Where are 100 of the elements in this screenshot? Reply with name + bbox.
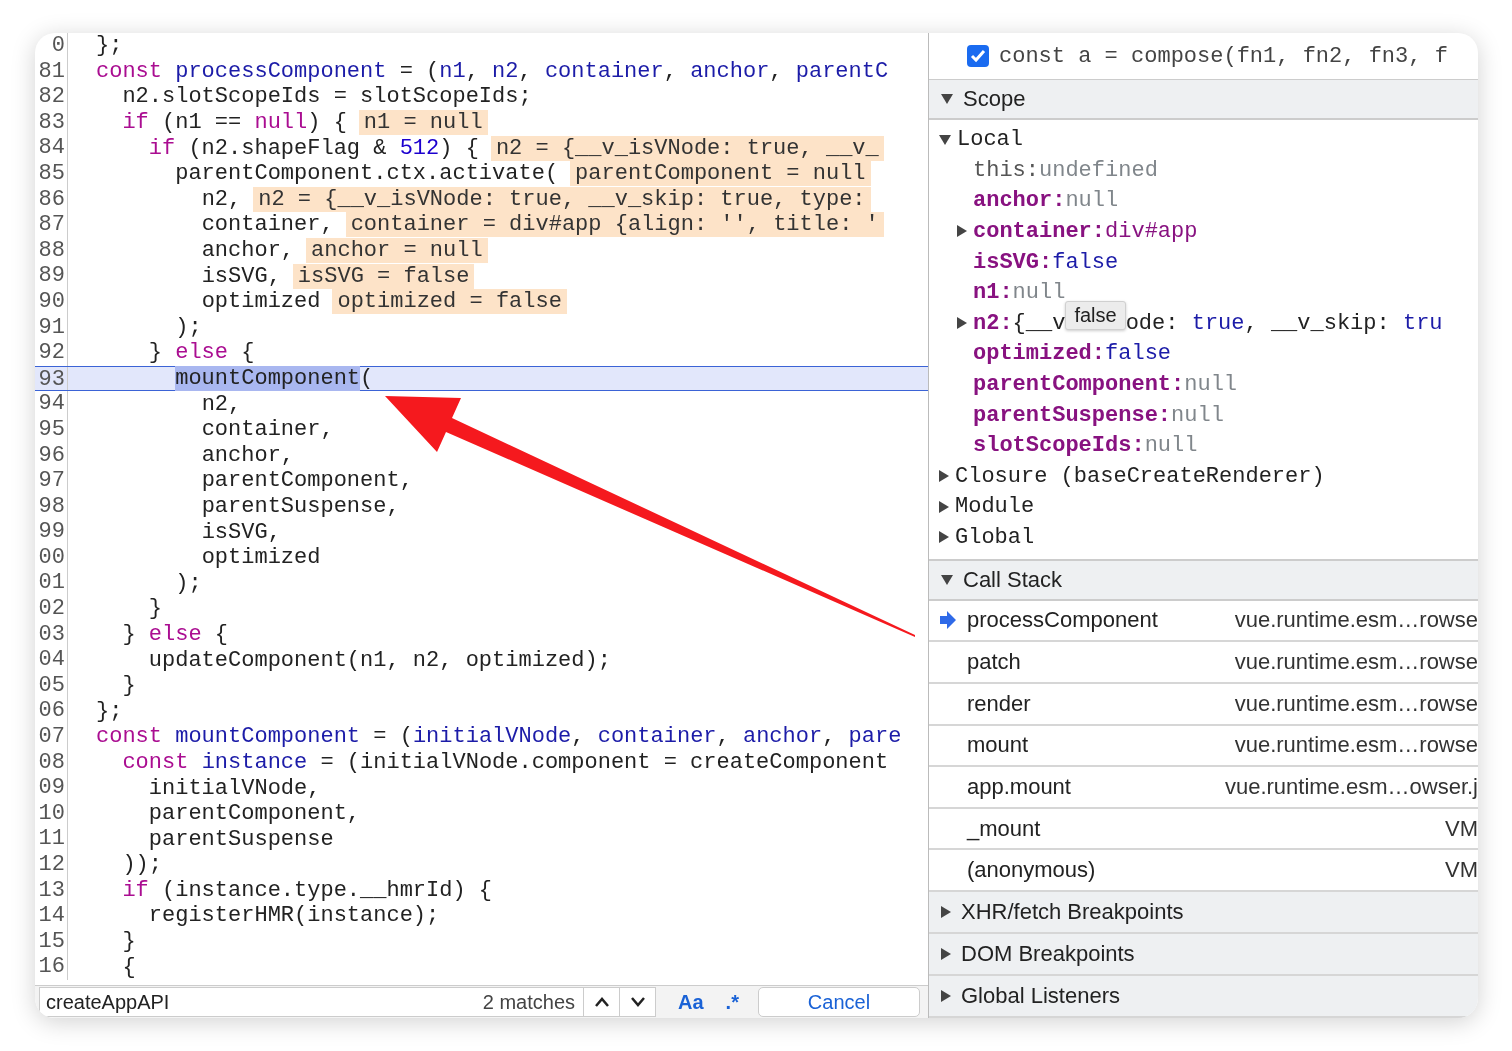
function-name: _mount: [967, 815, 1042, 842]
previous-match-button[interactable]: [584, 987, 620, 1017]
scope-group[interactable]: Local: [957, 127, 1023, 153]
section-header[interactable]: Global Listeners: [929, 975, 1478, 1018]
line-number: 81: [35, 58, 68, 85]
line-number: 06: [35, 698, 68, 725]
line-number: 97: [35, 468, 68, 494]
code-line: const processComponent = (n1, n2, container, anchor, parentC: [95, 58, 889, 84]
code-line: registerHMR(instance);: [147, 903, 440, 929]
call-frame[interactable]: _mount VM: [929, 808, 1478, 851]
section-header[interactable]: Call Stack: [929, 558, 1478, 601]
source-location[interactable]: vue.runtime.esm…owser.j: [1224, 773, 1478, 800]
call-frame[interactable]: processComponent vue.runtime.esm…rowse: [929, 600, 1478, 643]
scope-group[interactable]: Global: [955, 524, 1035, 550]
property-name: this:: [973, 157, 1039, 183]
scope-group[interactable]: Module: [955, 494, 1035, 520]
caret-down-icon[interactable]: [939, 134, 951, 145]
code-line: }: [121, 929, 136, 955]
code-line: container,: [200, 417, 334, 443]
checkbox[interactable]: [967, 45, 989, 68]
source-location[interactable]: VM: [1445, 815, 1478, 842]
inline-value: isSVG = false: [292, 263, 475, 289]
line-number: 0: [35, 33, 68, 59]
code-line: n2,: [200, 186, 242, 212]
chevron-up-icon: [594, 997, 609, 1007]
code-line: if (n2.shapeFlag & 512) {: [147, 135, 479, 161]
caret-right-icon[interactable]: [941, 905, 951, 918]
match-case-button[interactable]: Aa: [678, 990, 704, 1014]
call-frame[interactable]: patch vue.runtime.esm…rowse: [929, 642, 1478, 684]
line-number: 91: [35, 314, 68, 341]
property-value: false: [1105, 341, 1172, 367]
property-value: null: [1012, 280, 1066, 306]
caret-right-icon[interactable]: [957, 225, 967, 238]
call-frame[interactable]: mount vue.runtime.esm…rowse: [929, 725, 1478, 768]
source-location[interactable]: VM: [1445, 857, 1478, 884]
code-line: if (n1 == null) {: [121, 110, 347, 136]
property-name: n2:: [973, 310, 1013, 336]
call-frame[interactable]: render vue.runtime.esm…rowse: [929, 683, 1478, 726]
line-number: 98: [35, 493, 68, 520]
section-title: Scope: [963, 86, 1026, 113]
inline-value: n1 = null: [358, 110, 488, 136]
caret-down-icon[interactable]: [941, 94, 953, 105]
caret-right-icon[interactable]: [939, 531, 949, 544]
property-value: {__v: [1012, 310, 1066, 336]
section-header[interactable]: DOM Breakpoints: [929, 933, 1478, 976]
property-value: undefined: [1039, 157, 1158, 183]
code-line: } else {: [147, 340, 255, 366]
code-line: );: [174, 314, 202, 340]
chevron-down-icon: [630, 997, 645, 1007]
line-number: 82: [35, 84, 68, 110]
property-name: isSVG:: [973, 249, 1053, 275]
property-value: null: [1144, 433, 1198, 459]
code-line: ));: [121, 852, 162, 878]
line-number: 11: [35, 826, 68, 852]
line-number: 90: [35, 288, 68, 315]
source-location[interactable]: vue.runtime.esm…rowse: [1234, 732, 1478, 759]
scope-group[interactable]: Closure (baseCreateRenderer): [955, 463, 1325, 489]
line-number: 89: [35, 263, 68, 289]
caret-down-icon[interactable]: [941, 574, 953, 585]
section-title: Call Stack: [963, 566, 1063, 593]
caret-right-icon[interactable]: [941, 989, 951, 1002]
line-number: 14: [35, 903, 68, 929]
line-number: 02: [35, 596, 68, 622]
section-title: Global Listeners: [961, 982, 1120, 1009]
property-name: container:: [973, 218, 1106, 244]
line-number: 16: [35, 954, 68, 980]
inline-value: parentComponent = null: [570, 161, 871, 187]
regex-button[interactable]: .*: [725, 990, 739, 1014]
code-line: } else {: [121, 621, 229, 647]
function-name: patch: [967, 649, 1022, 676]
section-header[interactable]: Scope: [929, 80, 1478, 121]
code-line: initialVNode,: [147, 775, 321, 801]
source-location[interactable]: vue.runtime.esm…rowse: [1234, 649, 1478, 676]
caret-right-icon[interactable]: [941, 947, 951, 960]
caret-right-icon[interactable]: [939, 470, 949, 483]
line-number: 01: [35, 570, 68, 597]
line-number: 00: [35, 544, 68, 571]
inline-value: n2 = {__v_isVNode: true, __v_skip: true, type:: [253, 186, 871, 212]
source-location[interactable]: vue.runtime.esm…rowse: [1234, 607, 1478, 634]
code-line: isSVG,: [200, 263, 281, 289]
code-line: {: [121, 954, 136, 980]
property-name: anchor:: [973, 188, 1066, 214]
search-field[interactable]: createAppAPI 2 matches: [39, 987, 584, 1017]
next-match-button[interactable]: [620, 987, 656, 1017]
source-location[interactable]: vue.runtime.esm…rowse: [1234, 690, 1478, 717]
call-frame[interactable]: app.mount vue.runtime.esm…owser.j: [929, 767, 1478, 809]
line-number: 93: [35, 366, 68, 391]
property-value: false: [1052, 249, 1119, 275]
code-line: parentComponent,: [200, 468, 413, 494]
section-title: XHR/fetch Breakpoints: [961, 898, 1184, 925]
section-header[interactable]: XHR/fetch Breakpoints: [929, 891, 1478, 934]
cancel-button[interactable]: Cancel: [758, 987, 920, 1017]
property-value: null: [1065, 188, 1119, 214]
caret-right-icon[interactable]: [957, 317, 967, 330]
code-line: updateComponent(n1, n2, optimized);: [147, 647, 611, 673]
line-number: 83: [35, 109, 68, 136]
code-line: n2.slotScopeIds = slotScopeIds;: [121, 84, 532, 110]
code-line: parentSuspense,: [200, 494, 400, 519]
caret-right-icon[interactable]: [939, 500, 949, 513]
code-line: }: [121, 673, 136, 699]
